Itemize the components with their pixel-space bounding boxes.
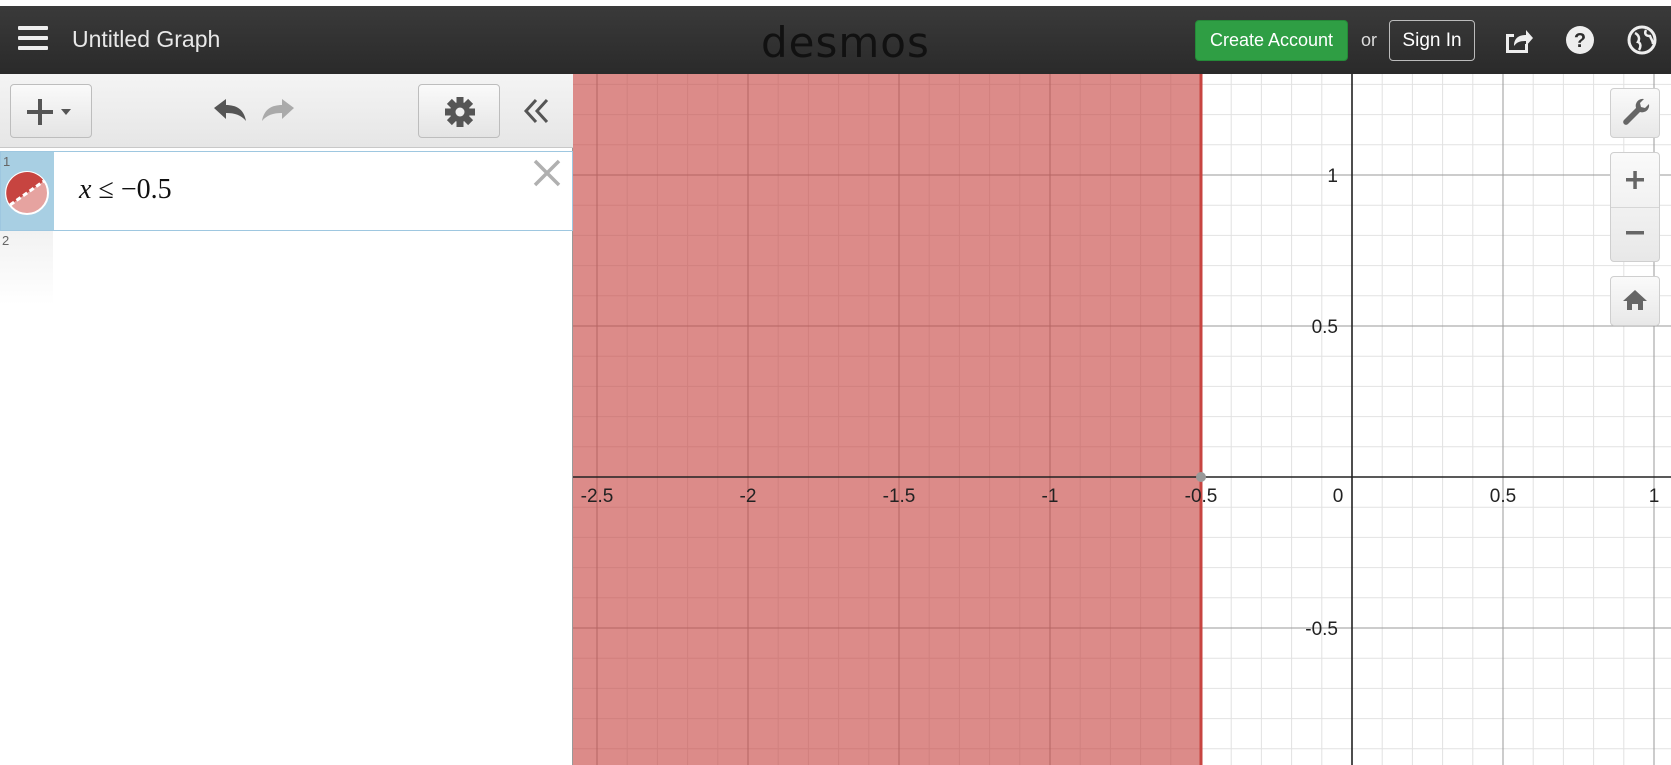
expression-gutter: 2 <box>0 231 53 305</box>
latex-value: −0.5 <box>120 174 172 205</box>
expression-toolbar <box>0 74 573 148</box>
expression-color-icon[interactable] <box>4 170 50 216</box>
or-label: or <box>1361 30 1378 50</box>
x-tick-label: -1.5 <box>883 486 916 507</box>
expression-index: 1 <box>3 154 11 169</box>
x-tick-label: -2.5 <box>581 486 614 507</box>
gear-icon <box>445 97 475 127</box>
svg-text:?: ? <box>1574 30 1586 52</box>
y-tick-label: -0.5 <box>1305 619 1338 640</box>
home-icon <box>1623 290 1647 310</box>
x-tick-label: 0.5 <box>1490 486 1516 507</box>
y-tick-label: 1 <box>1327 166 1338 187</box>
add-expression-button[interactable] <box>10 84 92 138</box>
delete-expression-icon[interactable] <box>530 156 564 190</box>
x-tick-label: 1 <box>1649 486 1660 507</box>
inequality-shaded-region <box>573 74 1201 765</box>
expression-list-panel: 1 x ≤ −0.5 2 <box>0 74 573 765</box>
x-intercept-point[interactable] <box>1196 472 1206 482</box>
header-bar: Untitled Graph desmos Create Account or … <box>0 6 1671 74</box>
globe-icon[interactable] <box>1626 24 1658 56</box>
zoom-in-icon[interactable] <box>1611 153 1659 207</box>
zoom-out-icon[interactable] <box>1611 208 1659 262</box>
x-tick-label: 0 <box>1333 486 1344 507</box>
wrench-icon <box>1623 98 1650 125</box>
redo-icon[interactable] <box>258 94 300 128</box>
expression-row-2[interactable]: 2 <box>0 231 573 305</box>
graph-paper[interactable]: -2.5 -2 -1.5 -1 -0.5 0 0.5 1 1 0.5 -0.5 <box>573 74 1671 765</box>
help-icon[interactable]: ? <box>1564 24 1596 56</box>
menu-icon[interactable] <box>18 26 48 52</box>
settings-button[interactable] <box>418 84 500 138</box>
expression-latex[interactable]: x ≤ −0.5 <box>79 174 172 206</box>
undo-icon[interactable] <box>208 94 250 128</box>
share-icon[interactable] <box>1502 24 1534 56</box>
desmos-logo: desmos <box>761 18 930 67</box>
graph-title[interactable]: Untitled Graph <box>72 26 220 53</box>
x-tick-label: -1 <box>1042 486 1059 507</box>
sign-in-button[interactable]: Sign In <box>1389 20 1475 61</box>
y-tick-label: 0.5 <box>1312 317 1338 338</box>
x-tick-label: -0.5 <box>1185 486 1218 507</box>
collapse-icon[interactable] <box>520 94 554 128</box>
create-account-button[interactable]: Create Account <box>1195 20 1348 61</box>
latex-operator: ≤ <box>98 174 114 205</box>
zoom-control-group <box>1610 152 1660 262</box>
expression-row-1[interactable]: 1 x ≤ −0.5 <box>0 151 573 231</box>
x-tick-label: -2 <box>740 486 757 507</box>
latex-variable: x <box>79 174 92 205</box>
graph-settings-button[interactable] <box>1610 88 1660 138</box>
add-expression-icon <box>27 99 71 125</box>
expression-index: 2 <box>2 233 10 248</box>
default-viewport-button[interactable] <box>1610 276 1660 326</box>
expression-gutter: 1 <box>1 152 54 230</box>
graph-canvas[interactable]: -2.5 -2 -1.5 -1 -0.5 0 0.5 1 1 0.5 -0.5 <box>573 74 1671 765</box>
